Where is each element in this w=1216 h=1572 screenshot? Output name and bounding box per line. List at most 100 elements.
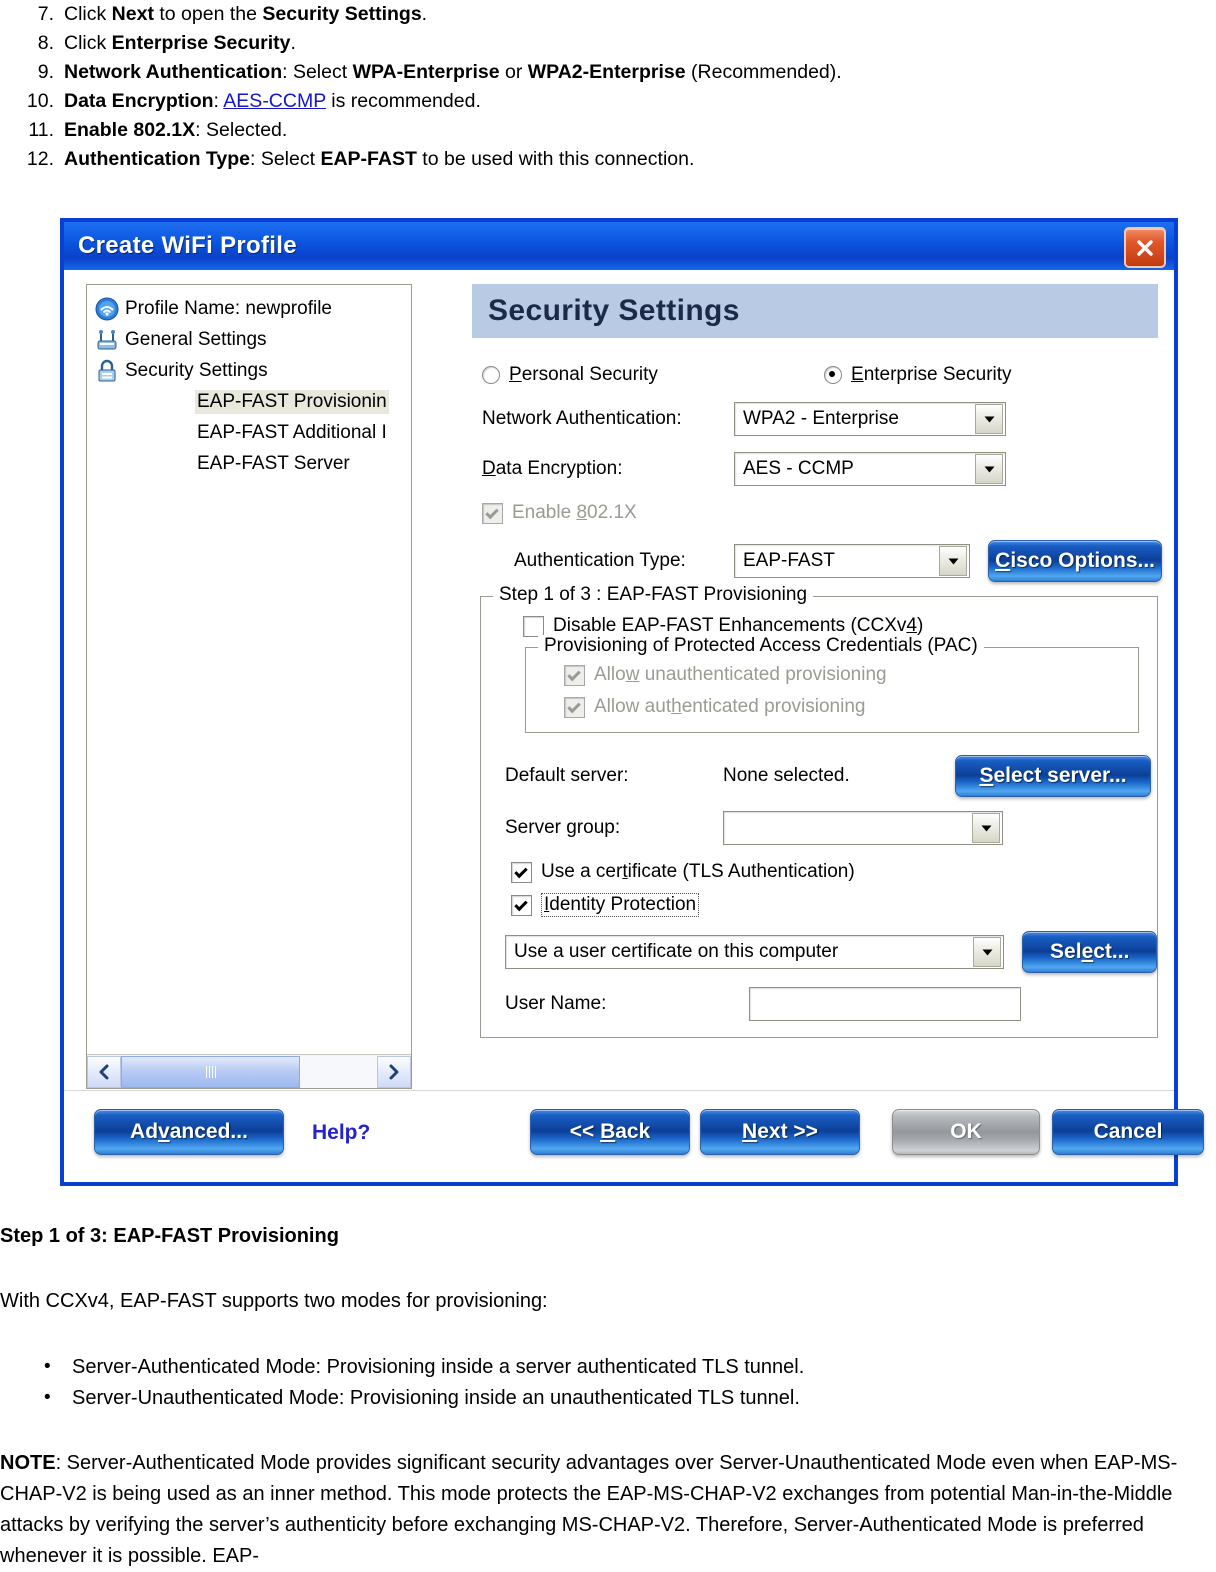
tree-item[interactable]: Profile Name: newprofile — [87, 293, 411, 324]
enable-8021x-checkbox[interactable] — [482, 502, 503, 524]
instruction-step: 12. Authentication Type: Select EAP-FAST … — [0, 145, 1216, 174]
allow-unauthenticated-provisioning-row[interactable]: Allow unauthenticated provisioning — [564, 664, 1138, 686]
allow-unauthenticated-label: Allow unauthenticated provisioning — [594, 664, 887, 685]
chevron-left-icon[interactable] — [87, 1055, 121, 1088]
select-certificate-button[interactable]: Select... — [1022, 931, 1157, 973]
chevron-down-icon[interactable] — [975, 404, 1003, 434]
intro-paragraph: With CCXv4, EAP-FAST supports two modes … — [0, 1290, 548, 1312]
instruction-step: 8. Click Enterprise Security. — [0, 29, 1216, 58]
user-name-input[interactable] — [749, 987, 1021, 1021]
chevron-down-icon[interactable] — [972, 813, 1000, 843]
list-item: Server-Unauthenticated Mode: Provisionin… — [0, 1382, 1216, 1414]
allow-authenticated-checkbox[interactable] — [564, 696, 585, 718]
radio-enterprise-security[interactable]: Enterprise Security — [824, 364, 1012, 386]
radio-indicator — [824, 366, 842, 384]
below-dialog-content: Step 1 of 3: EAP-FAST Provisioning With … — [0, 1222, 1216, 1572]
scrollbar-track[interactable] — [121, 1055, 377, 1088]
enable-8021x-row[interactable]: Enable 802.1X — [482, 502, 1162, 524]
tree-item-label: EAP-FAST Provisionin — [195, 389, 389, 414]
step-number: 10. — [26, 90, 54, 112]
profile-tree-panel: Profile Name: newprofile General Settings… — [86, 284, 412, 1089]
default-server-value: None selected. — [723, 765, 850, 786]
network-authentication-value: WPA2 - Enterprise — [743, 408, 899, 429]
step-fragment: . — [421, 3, 428, 25]
tree-item[interactable]: Security Settings — [87, 355, 411, 386]
security-mode-radio-group: Personal Security Enterprise Security — [482, 364, 1162, 386]
disable-enhancements-label: Disable EAP-FAST Enhancements (CCXv4) — [553, 615, 924, 636]
instruction-step: 11. Enable 802.1X: Selected. — [0, 116, 1216, 145]
next-button[interactable]: Next >> — [700, 1109, 860, 1155]
radio-personal-security[interactable]: Personal Security — [482, 364, 824, 386]
step-emphasis: EAP-FAST — [320, 148, 417, 170]
data-encryption-row: Data Encryption: AES - CCMP — [482, 452, 1162, 486]
step-fragment: is recommended. — [325, 90, 481, 112]
close-icon[interactable] — [1124, 227, 1166, 268]
certificate-source-row: Use a user certificate on this computer … — [505, 931, 1157, 973]
network-authentication-select[interactable]: WPA2 - Enterprise — [734, 402, 1006, 436]
identity-protection-row[interactable]: Identity Protection — [511, 893, 1157, 917]
back-button[interactable]: << Back — [530, 1109, 690, 1155]
step-text: Network Authentication: Select WPA-Enter… — [64, 58, 1216, 87]
step-number: 11. — [28, 119, 54, 141]
note-body: : Server-Authenticated Mode provides sig… — [0, 1452, 1178, 1567]
authentication-type-select[interactable]: EAP-FAST — [734, 544, 971, 578]
step-emphasis: WPA2-Enterprise — [527, 61, 686, 83]
advanced-button[interactable]: Advanced... — [94, 1109, 284, 1155]
tree-item-label: Profile Name: newprofile — [125, 297, 332, 319]
step-emphasis: Network Authentication — [64, 61, 283, 83]
select-server-button[interactable]: Select server... — [955, 755, 1151, 797]
select-server-label: Select server... — [979, 764, 1127, 787]
cancel-button[interactable]: Cancel — [1052, 1109, 1204, 1155]
step-number: 9. — [37, 61, 54, 83]
use-certificate-row[interactable]: Use a certificate (TLS Authentication) — [511, 861, 1157, 883]
cisco-options-button[interactable]: Cisco Options... — [988, 540, 1162, 582]
tree-item[interactable]: General Settings — [87, 324, 411, 355]
disable-enhancements-checkbox[interactable] — [523, 615, 544, 637]
certificate-source-value: Use a user certificate on this computer — [514, 941, 839, 962]
tree-item[interactable]: EAP-FAST Additional I — [87, 417, 411, 448]
back-label: << Back — [569, 1120, 651, 1143]
tree-horizontal-scrollbar[interactable] — [87, 1054, 411, 1088]
use-certificate-checkbox[interactable] — [511, 861, 532, 883]
step-fragment: : Select — [282, 61, 353, 83]
allow-unauthenticated-checkbox[interactable] — [564, 664, 585, 686]
advanced-label: Advanced... — [130, 1120, 248, 1143]
step-text: Enable 802.1X: Selected. — [64, 116, 1216, 145]
aes-ccmp-link[interactable]: AES-CCMP — [223, 90, 326, 112]
data-encryption-value: AES - CCMP — [743, 458, 854, 479]
step-group-legend: Step 1 of 3 : EAP-FAST Provisioning — [493, 584, 814, 606]
step-fragment: to be used with this connection. — [416, 148, 695, 170]
step-emphasis: Authentication Type — [64, 148, 250, 170]
cancel-label: Cancel — [1093, 1120, 1163, 1143]
certificate-source-select[interactable]: Use a user certificate on this computer — [505, 935, 1005, 969]
pane-header: Security Settings — [472, 284, 1158, 338]
tree-item[interactable]: EAP-FAST Server — [87, 448, 411, 479]
allow-authenticated-provisioning-row[interactable]: Allow authenticated provisioning — [564, 696, 1138, 718]
step-number: 7. — [37, 3, 54, 25]
disable-enhancements-row[interactable]: Disable EAP-FAST Enhancements (CCXv4) — [523, 615, 1157, 637]
chevron-right-icon[interactable] — [377, 1055, 411, 1088]
user-name-row: User Name: — [505, 987, 1157, 1021]
help-link[interactable]: Help? — [312, 1121, 370, 1145]
step-emphasis: Enterprise Security — [111, 32, 291, 54]
chevron-down-icon[interactable] — [973, 937, 1002, 967]
general-settings-icon — [95, 328, 125, 352]
step-fragment: Click — [64, 32, 112, 54]
chevron-down-icon[interactable] — [975, 454, 1003, 484]
scrollbar-thumb[interactable] — [121, 1055, 301, 1088]
tree-item[interactable]: EAP-FAST Provisionin — [87, 386, 411, 417]
ok-button[interactable]: OK — [892, 1109, 1040, 1155]
security-settings-pane: Security Settings Personal Security Ente… — [472, 284, 1162, 1038]
wifi-icon — [95, 297, 125, 321]
step-fragment: (Recommended). — [685, 61, 842, 83]
default-server-row: Default server: None selected. Select se… — [505, 755, 1157, 797]
identity-protection-checkbox[interactable] — [511, 894, 532, 916]
server-group-label: Server group: — [505, 817, 621, 838]
step-fragment: : — [213, 90, 224, 112]
user-name-label: User Name: — [505, 993, 607, 1014]
chevron-down-icon[interactable] — [939, 546, 968, 576]
server-group-select[interactable] — [723, 811, 1003, 845]
data-encryption-select[interactable]: AES - CCMP — [734, 452, 1006, 486]
footer-button-bar: Advanced... Help? << Back Next >> OK Can… — [64, 1091, 1204, 1182]
step-text: Click Enterprise Security. — [64, 29, 1216, 58]
